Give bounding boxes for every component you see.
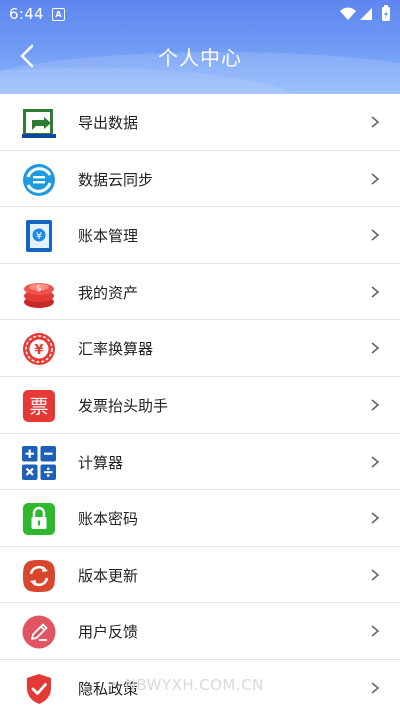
signal-icon <box>360 8 372 20</box>
exchange-rate-icon: ¥ <box>23 333 55 366</box>
battery-icon <box>382 5 390 21</box>
update-icon <box>23 559 55 592</box>
cloud-sync-icon <box>23 163 55 196</box>
lock-icon <box>23 503 55 536</box>
invoice-glyph: 票 <box>29 396 48 418</box>
calculator-icon <box>22 445 56 480</box>
menu-item-label: 账本密码 <box>78 510 139 529</box>
wifi-icon <box>340 7 356 20</box>
menu-item-export-data[interactable]: 导出数据 <box>0 94 400 151</box>
ledger-icon: ¥ <box>26 220 52 253</box>
menu-item-label: 导出数据 <box>78 114 139 132</box>
menu-item-label: 账本管理 <box>78 227 139 246</box>
page-title: 个人中心 <box>158 46 242 70</box>
privacy-shield-icon <box>27 673 51 704</box>
menu-item-label: 计算器 <box>78 453 124 472</box>
chevron-right-icon <box>371 569 380 581</box>
assets-icon: $ <box>24 282 54 308</box>
menu-item-my-assets[interactable]: $ 我的资产 <box>0 264 400 321</box>
menu-item-label: 我的资产 <box>78 283 139 302</box>
menu-item-label: 用户反馈 <box>78 623 139 642</box>
chevron-right-icon <box>371 286 380 298</box>
chevron-right-icon <box>371 512 380 524</box>
chevron-right-icon <box>371 172 380 185</box>
title-bar: 个人中心 <box>0 36 400 76</box>
menu-item-cloud-sync[interactable]: 数据云同步 <box>0 151 400 208</box>
chevron-right-icon <box>371 682 380 694</box>
menu-item-ledger-password[interactable]: 账本密码 <box>0 490 400 547</box>
status-time: 6:44 <box>9 5 44 23</box>
svg-text:¥: ¥ <box>34 343 43 358</box>
menu-list: 导出数据 数据云同步 ¥ 账本管理 $ 我的资产 ¥ 汇率换算器 票 发票抬头助… <box>0 94 400 717</box>
watermark: • NBWYXH.COM.CN <box>110 676 264 694</box>
feedback-icon <box>22 615 56 649</box>
menu-item-calculator[interactable]: 计算器 <box>0 434 400 491</box>
menu-item-label: 版本更新 <box>78 566 139 585</box>
menu-item-version-update[interactable]: 版本更新 <box>0 547 400 604</box>
status-icons <box>340 5 390 21</box>
menu-item-ledger-management[interactable]: ¥ 账本管理 <box>0 207 400 264</box>
status-bar: 6:44 A <box>0 0 400 28</box>
export-icon <box>22 109 56 138</box>
svg-text:$: $ <box>36 284 42 294</box>
chevron-right-icon <box>371 625 380 637</box>
notification-icon: A <box>52 8 65 21</box>
menu-item-label: 发票抬头助手 <box>78 396 169 415</box>
chevron-right-icon <box>371 116 380 128</box>
menu-item-invoice-helper[interactable]: 票 发票抬头助手 <box>0 377 400 434</box>
svg-text:¥: ¥ <box>36 231 42 242</box>
chevron-right-icon <box>371 229 380 241</box>
chevron-right-icon <box>371 399 380 411</box>
header: 6:44 A 个人中心 <box>0 0 400 94</box>
invoice-icon: 票 <box>23 389 55 422</box>
menu-item-label: 数据云同步 <box>78 170 154 189</box>
menu-item-user-feedback[interactable]: 用户反馈 <box>0 603 400 660</box>
chevron-right-icon <box>371 455 380 468</box>
menu-item-exchange-rate[interactable]: ¥ 汇率换算器 <box>0 320 400 377</box>
menu-item-label: 汇率换算器 <box>78 340 154 359</box>
chevron-right-icon <box>371 342 380 354</box>
